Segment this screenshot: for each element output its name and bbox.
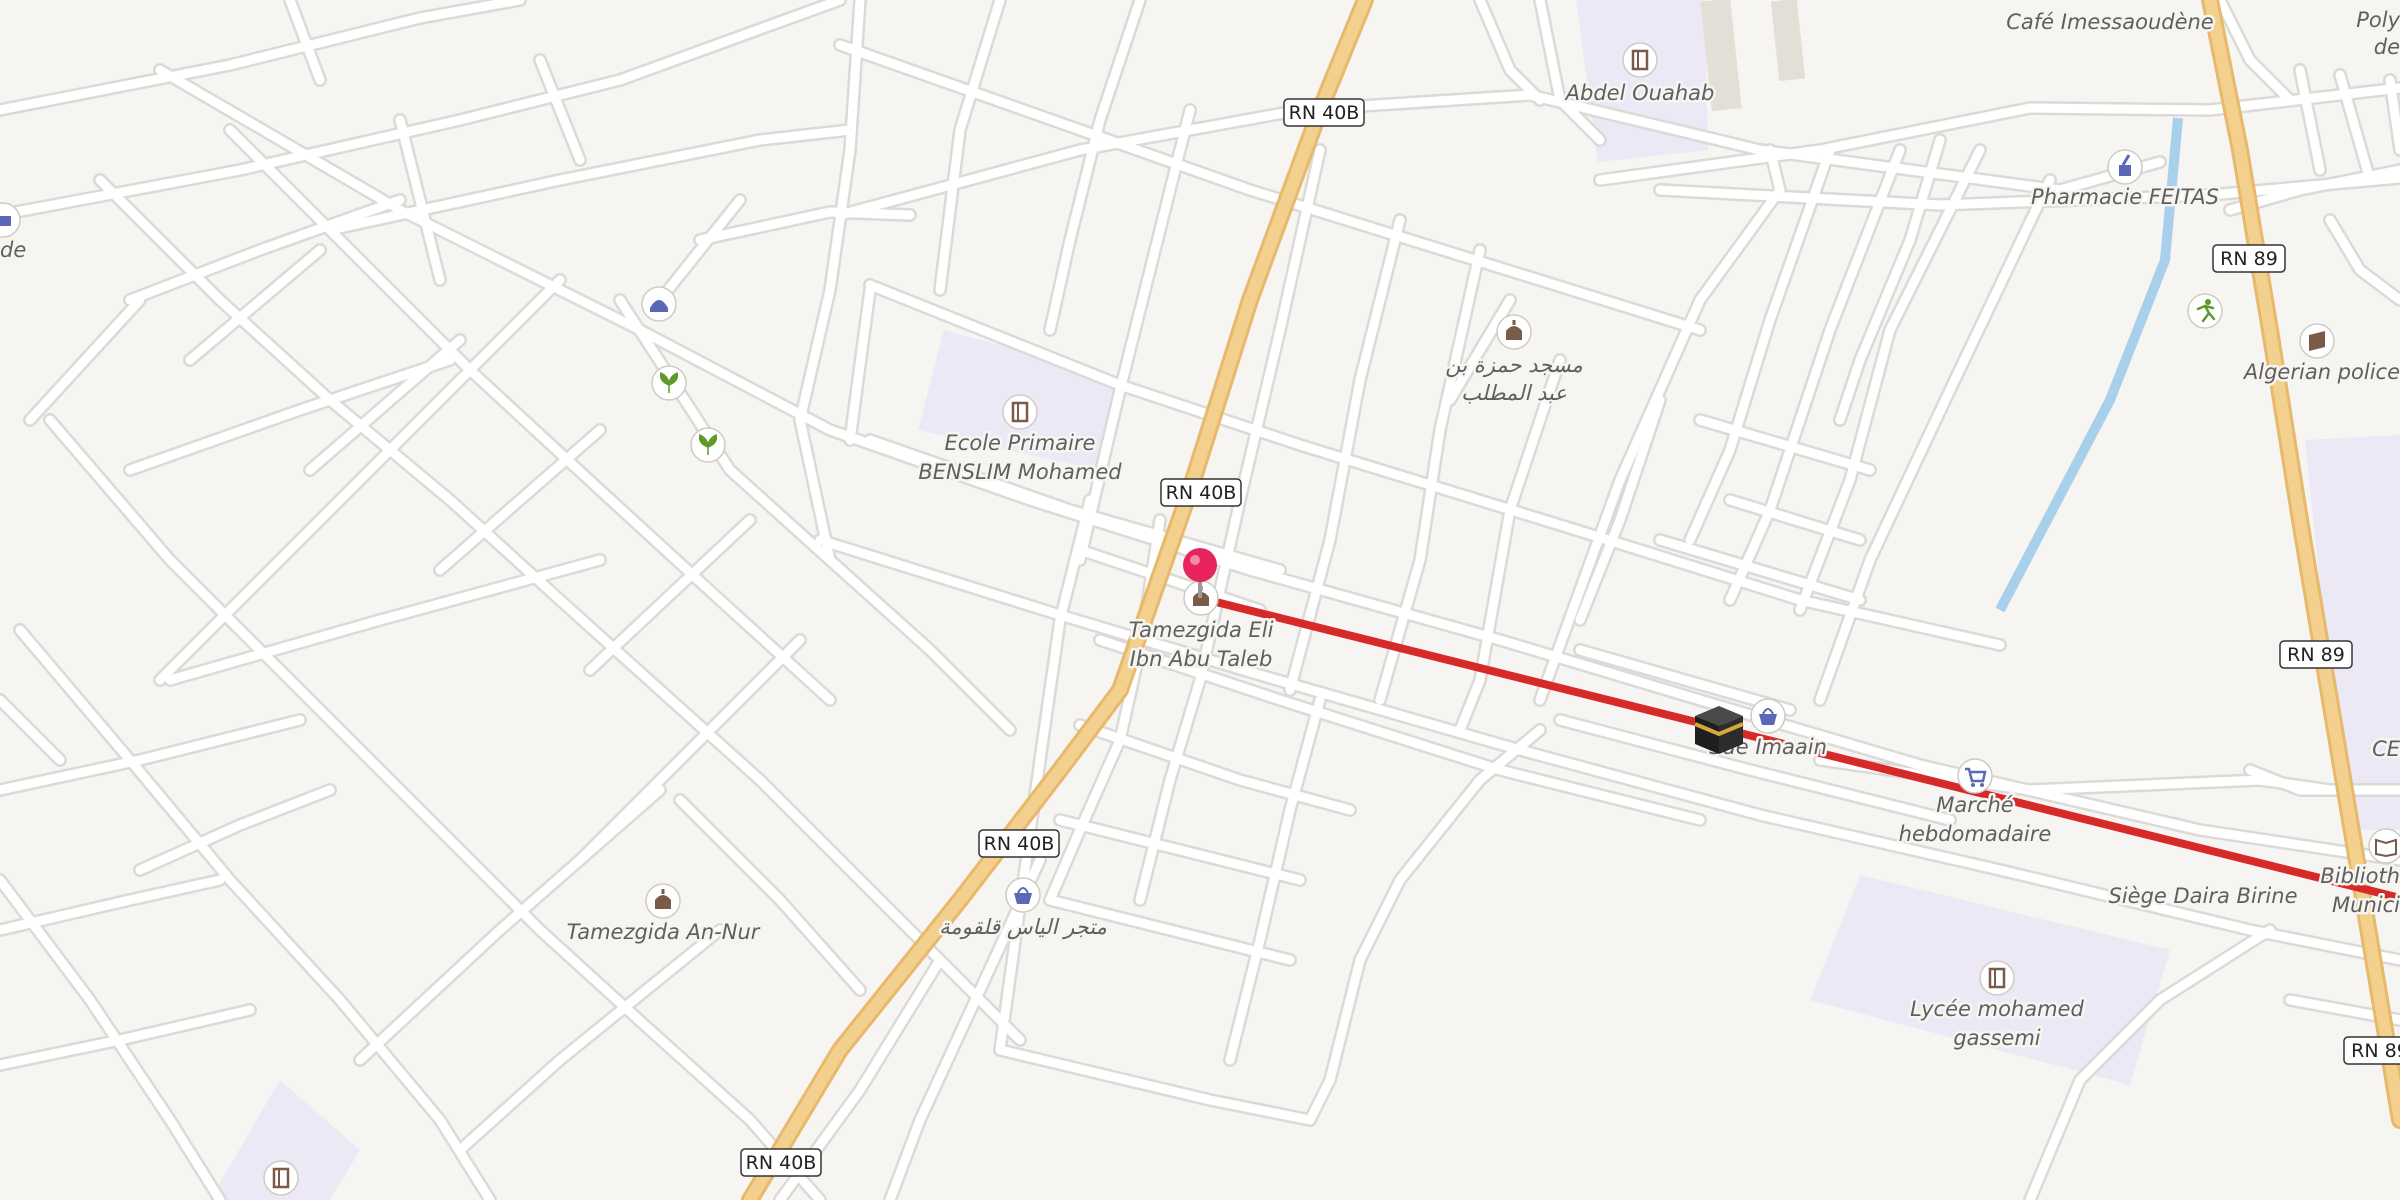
svg-text:RN 89: RN 89	[2287, 644, 2345, 666]
label-left-edge: de	[0, 238, 26, 262]
kaaba-icon[interactable]	[1694, 706, 1744, 754]
library-icon[interactable]	[2368, 828, 2400, 864]
label-cafe: Café Imessaoudène	[2006, 10, 2213, 34]
svg-text:RN 40B: RN 40B	[1289, 102, 1360, 124]
label-ce: CE	[2372, 737, 2400, 761]
plant-icon[interactable]	[690, 427, 726, 463]
label-marche-2: hebdomadaire	[1899, 822, 2052, 846]
mosque-icon[interactable]	[645, 883, 681, 919]
label-poly-2: de	[2374, 35, 2400, 59]
svg-text:RN 40B: RN 40B	[1166, 482, 1237, 504]
map-canvas[interactable]: RN 40B RN 40B RN 40B RN 40B RN 89 RN 89 …	[0, 0, 2400, 1200]
pharmacy-icon[interactable]	[2107, 149, 2143, 185]
svg-text:RN 89: RN 89	[2220, 248, 2278, 270]
label-algerian-police: Algerian police	[2242, 360, 2400, 384]
label-tamezgida-ali-2: Ibn Abu Taleb	[1130, 647, 1273, 671]
road-shield-rn40b-3: RN 40B	[978, 829, 1060, 858]
label-ecole: Ecole Primaire	[945, 431, 1096, 455]
running-icon[interactable]	[2187, 293, 2223, 329]
road-shield-rn89-3: RN 89	[2343, 1036, 2400, 1065]
label-tamezgida-ali: Tamezgida Eli	[1129, 618, 1274, 642]
label-tamezgida-nur: Tamezgida An-Nur	[567, 920, 761, 944]
mosque-icon[interactable]	[1496, 314, 1532, 350]
label-lycee: Lycée mohamed	[1910, 997, 2084, 1021]
plant-icon[interactable]	[651, 365, 687, 401]
school-icon[interactable]	[263, 1160, 299, 1196]
label-bibliotheque: Biblioth	[2320, 864, 2400, 888]
label-abdel-ouahab: Abdel Ouahab	[1564, 81, 1715, 105]
label-ecole-2: BENSLIM Mohamed	[918, 460, 1122, 484]
school-icon[interactable]	[1622, 42, 1658, 78]
svg-text:RN 40B: RN 40B	[746, 1152, 817, 1174]
label-siege-daira: Siège Daira Birine	[2109, 884, 2298, 908]
school-icon[interactable]	[1002, 394, 1038, 430]
svg-text:RN 89: RN 89	[2351, 1040, 2400, 1062]
road-shield-rn89-1: RN 89	[2212, 244, 2286, 273]
label-pharmacie: Pharmacie FEITAS	[2031, 185, 2219, 209]
label-marche: Marché	[1936, 793, 2013, 817]
label-shop-ilyas: متجر الياس قلقومة	[939, 915, 1107, 940]
police-icon[interactable]	[2299, 323, 2335, 359]
svg-text:RN 40B: RN 40B	[984, 833, 1055, 855]
playground-icon[interactable]	[641, 286, 677, 322]
road-shield-rn40b-4: RN 40B	[740, 1148, 822, 1177]
label-bibliotheque-2: Munici	[2332, 893, 2400, 917]
label-mosque-hamza: مسجد حمزة بن	[1445, 353, 1582, 378]
label-mosque-hamza-2: عبد المطلب	[1461, 381, 1567, 405]
school-icon[interactable]	[1979, 960, 2015, 996]
label-poly: Poly	[2356, 8, 2400, 32]
shopping-cart-icon[interactable]	[1957, 758, 1993, 794]
shopping-basket-icon[interactable]	[1005, 877, 1041, 913]
label-lycee-2: gassemi	[1953, 1026, 2040, 1050]
road-shield-rn40b-1: RN 40B	[1283, 98, 1365, 127]
road-shield-rn40b-2: RN 40B	[1160, 478, 1242, 507]
shopping-basket-icon[interactable]	[1750, 698, 1786, 734]
road-shield-rn89-2: RN 89	[2279, 640, 2353, 669]
